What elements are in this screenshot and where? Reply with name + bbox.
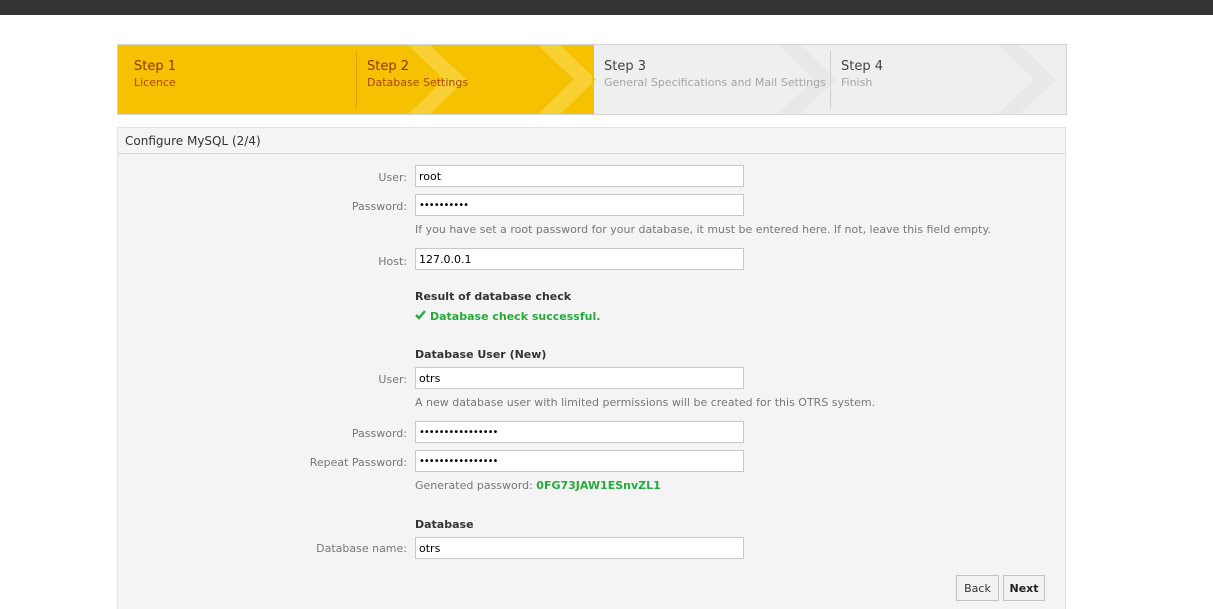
user-label: User: [378, 171, 407, 184]
user-input[interactable]: root [415, 165, 744, 187]
repeat-password-label: Repeat Password: [309, 456, 407, 469]
generated-password: Generated password: 0FG73JAW1ESnvZL1 [415, 479, 661, 492]
step-3: Step 3 General Specifications and Mail S… [588, 45, 828, 114]
step-subtitle: Database Settings [367, 76, 469, 89]
database-name-label: Database name: [316, 542, 407, 555]
new-user-heading: Database User (New) [415, 348, 547, 361]
new-user-input[interactable]: otrs [415, 367, 744, 389]
generated-password-label: Generated password: [415, 479, 533, 492]
configure-panel: Configure MySQL (2/4) User: root Passwor… [117, 127, 1066, 609]
repeat-password-input[interactable]: •••••••••••••••• [415, 450, 744, 472]
back-button[interactable]: Back [956, 575, 999, 601]
step-1: Step 1 Licence [118, 45, 356, 114]
step-subtitle: Finish [841, 76, 873, 89]
step-title: Step 1 [134, 59, 177, 74]
panel-title: Configure MySQL (2/4) [118, 128, 1065, 154]
database-name-input[interactable]: otrs [415, 537, 744, 559]
check-result: Database check successful. [415, 310, 600, 323]
password-hint: If you have set a root password for your… [415, 223, 991, 236]
password-input[interactable]: •••••••••• [415, 194, 744, 216]
step-title: Step 3 [604, 59, 647, 74]
step-2: Step 2 Database Settings [351, 45, 591, 114]
host-label: Host: [378, 255, 407, 268]
step-title: Step 4 [841, 59, 884, 74]
top-bar [0, 0, 1213, 15]
step-title: Step 2 [367, 59, 410, 74]
step-subtitle: Licence [134, 76, 176, 89]
next-button[interactable]: Next [1003, 575, 1045, 601]
new-user-label: User: [378, 373, 407, 386]
check-result-text: Database check successful. [430, 310, 601, 323]
checkmark-icon [415, 310, 426, 323]
new-password-input[interactable]: •••••••••••••••• [415, 421, 744, 443]
installer-steps: Step 1 Licence Step 2 Database Settings … [117, 44, 1067, 115]
database-heading: Database [415, 518, 474, 531]
step-4: Step 4 Finish [825, 45, 1055, 114]
host-input[interactable]: 127.0.0.1 [415, 248, 744, 270]
password-label: Password: [351, 200, 407, 213]
generated-password-value: 0FG73JAW1ESnvZL1 [536, 479, 661, 492]
step-subtitle: General Specifications and Mail Settings [604, 76, 826, 89]
check-heading: Result of database check [415, 290, 572, 303]
new-user-hint: A new database user with limited permiss… [415, 396, 876, 409]
new-password-label: Password: [351, 427, 407, 440]
